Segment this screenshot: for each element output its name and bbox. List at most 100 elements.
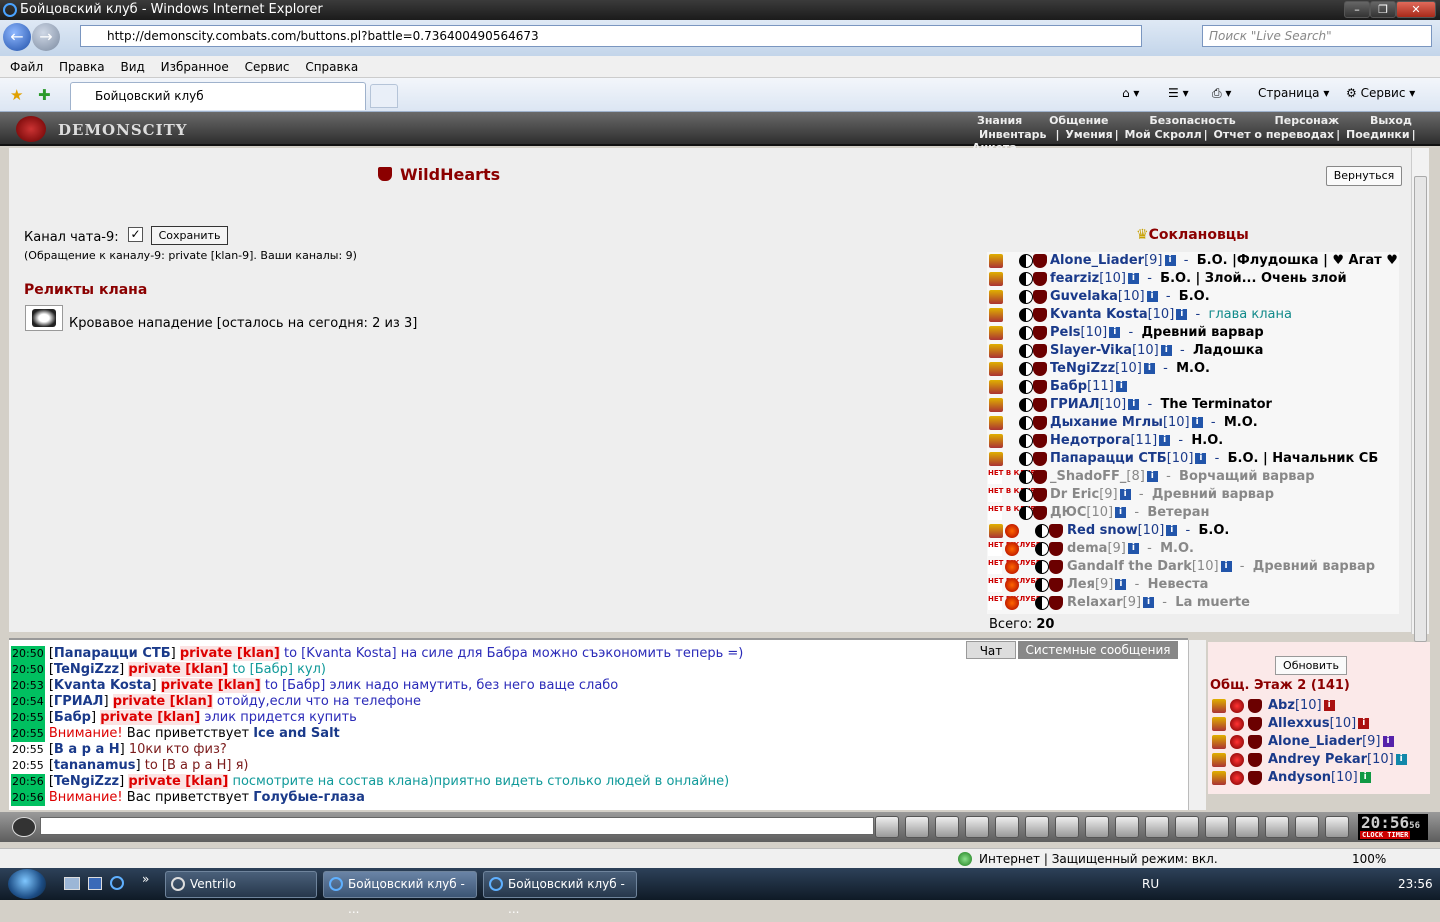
member-name[interactable]: Pels (1050, 325, 1081, 340)
address-input[interactable]: http://demonscity.combats.com/buttons.pl… (80, 25, 1142, 47)
chat-timestamp[interactable]: 20:56 (11, 774, 45, 790)
quicklaunch-more-icon[interactable]: » (142, 872, 149, 886)
tab-active[interactable]: Бойцовский клуб (70, 82, 366, 110)
favorites-star-icon[interactable]: ★ (10, 86, 23, 104)
chat-timestamp[interactable]: 20:50 (11, 662, 45, 678)
refresh-button[interactable]: Обновить (1275, 656, 1347, 675)
chat-timestamp[interactable]: 20:55 (11, 710, 45, 726)
member-name[interactable]: _ShadoFF_ (1050, 469, 1126, 484)
chat-private-tag[interactable]: private [klan] (128, 662, 229, 677)
ie-quicklaunch-icon[interactable] (110, 876, 124, 890)
online-user-name[interactable]: Abz (1268, 698, 1295, 713)
chat-timestamp[interactable]: 20:50 (11, 646, 45, 662)
new-tab-button[interactable] (370, 84, 398, 108)
member-name[interactable]: Лея (1067, 577, 1095, 592)
show-desktop-icon[interactable] (64, 877, 80, 890)
scroll-icon[interactable] (1205, 816, 1229, 838)
tray-language[interactable]: RU (1142, 868, 1159, 900)
chat-timestamp[interactable]: 20:55 (11, 726, 45, 742)
info-icon[interactable]: i (1143, 363, 1155, 374)
chat-private-tag[interactable]: private [klan] (179, 646, 280, 661)
shield-icon[interactable] (1295, 816, 1319, 838)
nav-skills[interactable]: Умения (1063, 128, 1114, 141)
info-icon[interactable]: i (1143, 597, 1155, 608)
exit-icon[interactable] (1325, 816, 1349, 838)
zoom-level[interactable]: 100% (1352, 849, 1386, 869)
menu-view[interactable]: Вид (114, 56, 150, 78)
chat-nick[interactable]: TeNgiZzz (54, 774, 119, 789)
tools-menu[interactable]: ⚙ Сервис ▾ (1346, 78, 1415, 108)
info-icon[interactable]: i (1159, 435, 1171, 446)
member-name[interactable]: Недотрога (1050, 433, 1130, 448)
close-window-button[interactable]: ✕ (1396, 1, 1436, 18)
info-icon[interactable]: i (1358, 718, 1370, 729)
info-icon[interactable]: i (1166, 525, 1178, 536)
online-user-name[interactable]: Allexxus (1268, 716, 1330, 731)
chat-area[interactable]: 20:50 [Папарацци СТБ] private [klan] to … (9, 638, 1188, 810)
info-icon[interactable]: i (1127, 273, 1139, 284)
minimize-button[interactable]: – (1344, 1, 1370, 18)
member-name[interactable]: TeNgiZzz (1050, 361, 1115, 376)
menu-favorites[interactable]: Избранное (155, 56, 235, 78)
member-name[interactable]: Gandalf the Dark (1067, 559, 1192, 574)
chat-timestamp[interactable]: 20:55 (11, 742, 45, 758)
bottle-icon[interactable] (1175, 816, 1199, 838)
filter-icon[interactable] (935, 816, 959, 838)
print-icon[interactable]: ⎙ ▾ (1212, 78, 1231, 108)
chat-nick[interactable]: tananamus (54, 758, 136, 773)
member-name[interactable]: Бабр (1050, 379, 1087, 394)
nav-security[interactable]: Безопасность (1121, 114, 1244, 127)
add-favorite-icon[interactable]: ✚ (38, 86, 51, 104)
member-name[interactable]: ГРИАЛ (1050, 397, 1100, 412)
nav-transfers[interactable]: Отчет о переводах (1211, 128, 1336, 141)
page-menu[interactable]: Страница ▾ (1258, 78, 1329, 108)
member-name[interactable]: Guvelaka (1050, 289, 1118, 304)
chat-private-tag[interactable]: private [klan] (112, 694, 213, 709)
chat-timestamp[interactable]: 20:54 (11, 694, 45, 710)
back-button[interactable]: Вернуться (1326, 166, 1402, 186)
info-icon[interactable]: i (1146, 471, 1158, 482)
nav-character[interactable]: Персонаж (1249, 114, 1349, 127)
tab-system-messages[interactable]: Системные сообщения (1018, 641, 1178, 659)
online-user-name[interactable]: Andyson (1268, 770, 1331, 785)
chat-nick[interactable]: TeNgiZzz (54, 662, 119, 677)
info-icon[interactable]: i (1115, 507, 1127, 518)
chat-nick[interactable]: Kvanta Kosta (54, 678, 152, 693)
chat-welcome-nick[interactable]: Ice and Salt (253, 726, 340, 741)
info-icon[interactable]: i (1176, 309, 1188, 320)
slash-icon[interactable] (1145, 816, 1169, 838)
back-nav-button[interactable]: ← (3, 23, 31, 51)
chat-scrollbar[interactable] (1188, 640, 1206, 810)
nav-inventory[interactable]: Инвентарь (970, 128, 1055, 141)
channel-checkbox[interactable]: ✓ (128, 227, 143, 242)
save-button[interactable]: Сохранить (151, 226, 228, 245)
nav-scroll[interactable]: Мой Скролл (1123, 128, 1204, 141)
member-name[interactable]: dema (1067, 541, 1107, 556)
main-scrollbar[interactable] (1411, 148, 1429, 642)
chat-timestamp[interactable]: 20:56 (11, 790, 45, 806)
chat-nick[interactable]: В а р а Н (54, 742, 120, 757)
info-icon[interactable]: i (1195, 453, 1207, 464)
info-icon[interactable]: i (1119, 489, 1131, 500)
info-icon[interactable]: i (1128, 399, 1140, 410)
member-name[interactable]: Дыхание Мглы (1050, 415, 1163, 430)
chat-nick[interactable]: Папарацци СТБ (54, 646, 171, 661)
member-name[interactable]: Dr Eric (1050, 487, 1099, 502)
menu-help[interactable]: Справка (299, 56, 364, 78)
home-icon[interactable]: ⌂ ▾ (1122, 78, 1139, 108)
weapons-icon[interactable] (1025, 816, 1049, 838)
member-name[interactable]: Alone_Liader (1050, 253, 1144, 268)
info-icon[interactable]: i (1382, 736, 1394, 747)
tab-chat[interactable]: Чат (966, 641, 1016, 659)
chat-settings-icon[interactable] (12, 817, 36, 837)
info-icon[interactable]: i (1146, 291, 1158, 302)
info-icon[interactable]: i (1160, 345, 1172, 356)
online-user-name[interactable]: Andrey Pekar (1268, 752, 1367, 767)
info-icon[interactable]: i (1109, 327, 1121, 338)
search-input[interactable]: Поиск "Live Search" (1202, 25, 1432, 47)
task-ie-1[interactable]: Бойцовский клуб - ... (323, 871, 477, 916)
info-icon[interactable]: i (1220, 561, 1232, 572)
nav-exit[interactable]: Выход (1352, 114, 1421, 127)
chat-welcome-nick[interactable]: Голубые-глаза (253, 790, 365, 805)
info-icon[interactable]: i (1115, 579, 1127, 590)
